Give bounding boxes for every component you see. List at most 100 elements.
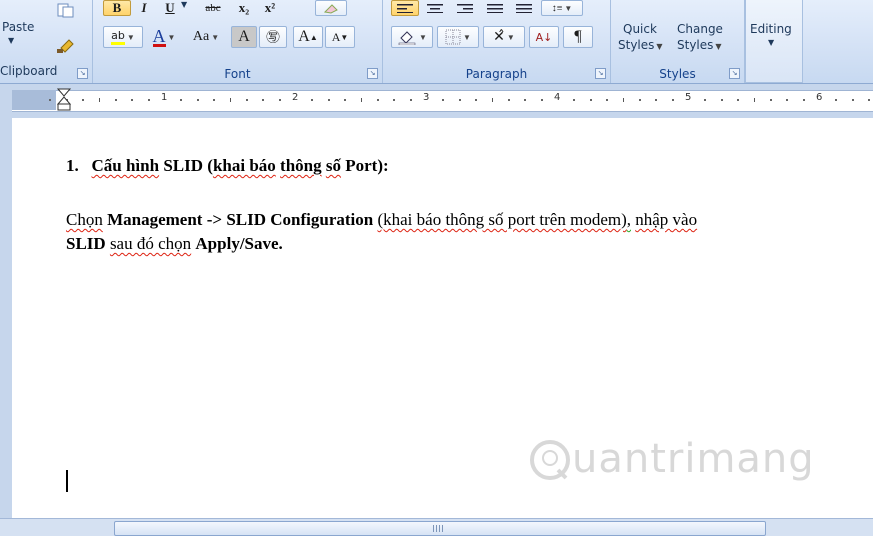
ruler-dot xyxy=(655,99,658,101)
shading-button[interactable]: ▼ xyxy=(391,26,433,48)
styles-launcher-icon[interactable]: ↘ xyxy=(729,68,740,79)
ruler-dot xyxy=(196,99,199,101)
text-run: -> SLID Configuration xyxy=(206,210,374,229)
quick-styles-label-2: Styles xyxy=(618,38,655,52)
distributed-button[interactable] xyxy=(511,0,537,16)
clipboard-group: Paste ▼ Clipboard ↘ xyxy=(0,0,93,83)
paragraph-launcher-icon[interactable]: ↘ xyxy=(595,68,606,79)
ruler-dot xyxy=(458,99,461,101)
grow-font-label: A xyxy=(298,28,310,45)
ruler-dot xyxy=(802,99,805,101)
watermark-logo-icon xyxy=(530,440,570,480)
paragraph-line-1: Chọn Management -> SLID Configuration (k… xyxy=(66,210,697,230)
asian-layout-button[interactable]: ✕̂ ▼ xyxy=(483,26,525,48)
heading-text-part: Port): xyxy=(340,156,389,175)
font-launcher-icon[interactable]: ↘ xyxy=(367,68,378,79)
heading-text-part: thông xyxy=(280,156,322,175)
ruler-number: 5 xyxy=(685,92,692,103)
quick-styles-button[interactable]: Quick xyxy=(623,22,657,36)
ruler-dot xyxy=(213,99,216,101)
align-left-button[interactable] xyxy=(391,0,419,16)
change-styles-label[interactable]: Styles ▼ xyxy=(677,38,722,52)
justify-button[interactable] xyxy=(481,0,509,16)
ruler-tick xyxy=(753,98,755,102)
align-right-icon xyxy=(457,4,473,13)
ruler-dot xyxy=(442,99,445,101)
ruler-dot xyxy=(180,99,183,101)
asian-layout-icon: ✕̂ xyxy=(493,29,505,45)
indent-marker-icon[interactable] xyxy=(57,88,71,118)
paste-button[interactable]: Paste xyxy=(2,20,34,34)
font-color-button[interactable]: A ▼ xyxy=(145,26,183,48)
scrollbar-thumb[interactable] xyxy=(114,521,766,536)
sort-button[interactable]: A↓ xyxy=(529,26,559,48)
enclose-characters-button[interactable]: ㊢ xyxy=(259,26,287,48)
justify-icon xyxy=(487,4,503,13)
vertical-ruler xyxy=(0,118,12,518)
ruler-dot xyxy=(704,99,707,101)
heading-number: 1. xyxy=(66,156,79,175)
borders-button[interactable]: ▼ xyxy=(437,26,479,48)
align-center-button[interactable] xyxy=(421,0,449,16)
ruler-dot xyxy=(737,99,740,101)
ruler-dot xyxy=(507,99,510,101)
bold-button[interactable]: B xyxy=(103,0,131,16)
heading-text-part: số xyxy=(325,156,341,175)
horizontal-ruler[interactable]: 1 2 3 4 5 6 xyxy=(0,84,873,118)
editing-button[interactable]: Editing xyxy=(750,22,792,36)
eraser-icon xyxy=(323,4,338,14)
text-run: Apply/Save. xyxy=(195,234,283,253)
character-shading-button[interactable]: A xyxy=(231,26,257,48)
underline-dropdown-icon[interactable]: ▼ xyxy=(181,0,187,9)
styles-group-label: Styles xyxy=(659,67,696,81)
editing-group[interactable]: Editing ▼ xyxy=(745,0,803,83)
ruler-number: 2 xyxy=(292,92,299,103)
ruler-number: 4 xyxy=(554,92,561,103)
align-left-icon xyxy=(397,4,413,13)
horizontal-scrollbar[interactable] xyxy=(0,518,873,536)
ruler-dot xyxy=(720,99,723,101)
strikethrough-button[interactable]: abc xyxy=(197,0,229,16)
ruler-dot xyxy=(344,99,347,101)
shrink-font-button[interactable]: A ▼ xyxy=(325,26,355,48)
line-spacing-button[interactable]: ↕≡ ▼ xyxy=(541,0,583,16)
ruler-dot xyxy=(49,99,52,101)
paint-bucket-icon xyxy=(398,31,416,45)
ruler-dot xyxy=(409,99,412,101)
change-styles-label-2: Styles xyxy=(677,38,714,52)
highlight-color-button[interactable]: ab ▼ xyxy=(103,26,143,48)
show-marks-button[interactable]: ¶ xyxy=(563,26,593,48)
grow-font-button[interactable]: A ▲ xyxy=(293,26,323,48)
ruler-number: 6 xyxy=(816,92,823,103)
text-run: Chọn xyxy=(66,210,103,229)
clipboard-launcher-icon[interactable]: ↘ xyxy=(77,68,88,79)
scrollbar-grip-icon xyxy=(433,525,443,532)
paste-dropdown-icon[interactable]: ▼ xyxy=(8,36,14,45)
italic-button[interactable]: I xyxy=(133,0,155,16)
clear-formatting-button[interactable] xyxy=(315,0,347,16)
ruler-dot xyxy=(393,99,396,101)
ruler-dot xyxy=(589,99,592,101)
superscript-button[interactable]: x² xyxy=(257,0,283,16)
font-group-label: Font xyxy=(224,67,251,81)
change-styles-button[interactable]: Change xyxy=(677,22,723,36)
ruler-dot xyxy=(671,99,674,101)
copy-icon[interactable] xyxy=(55,2,79,18)
underline-button[interactable]: U xyxy=(157,0,183,16)
align-right-button[interactable] xyxy=(451,0,479,16)
ruler-dot xyxy=(638,99,641,101)
heading-text-part: khai báo xyxy=(212,156,276,175)
format-painter-icon[interactable] xyxy=(55,34,79,54)
watermark-text: uantrimang xyxy=(572,436,815,482)
ruler-tick xyxy=(98,98,100,102)
ruler-dot xyxy=(82,99,85,101)
ribbon: Paste ▼ Clipboard ↘ B I U ▼ abc x₂ x² ab… xyxy=(0,0,873,84)
change-case-button[interactable]: Aa ▼ xyxy=(185,26,227,48)
ruler-tick xyxy=(229,98,231,102)
editing-dropdown-icon[interactable]: ▼ xyxy=(768,38,774,47)
quick-styles-label[interactable]: Styles ▼ xyxy=(618,38,663,52)
paragraph-group: ↕≡ ▼ ▼ ▼ ✕̂ ▼ A↓ ¶ Paragraph ↘ xyxy=(383,0,611,83)
font-group: B I U ▼ abc x₂ x² ab ▼ A ▼ Aa ▼ A ㊢ A ▲ A ▼ F… xyxy=(93,0,383,83)
subscript-button[interactable]: x₂ xyxy=(231,0,257,16)
ruler-tick xyxy=(622,98,624,102)
